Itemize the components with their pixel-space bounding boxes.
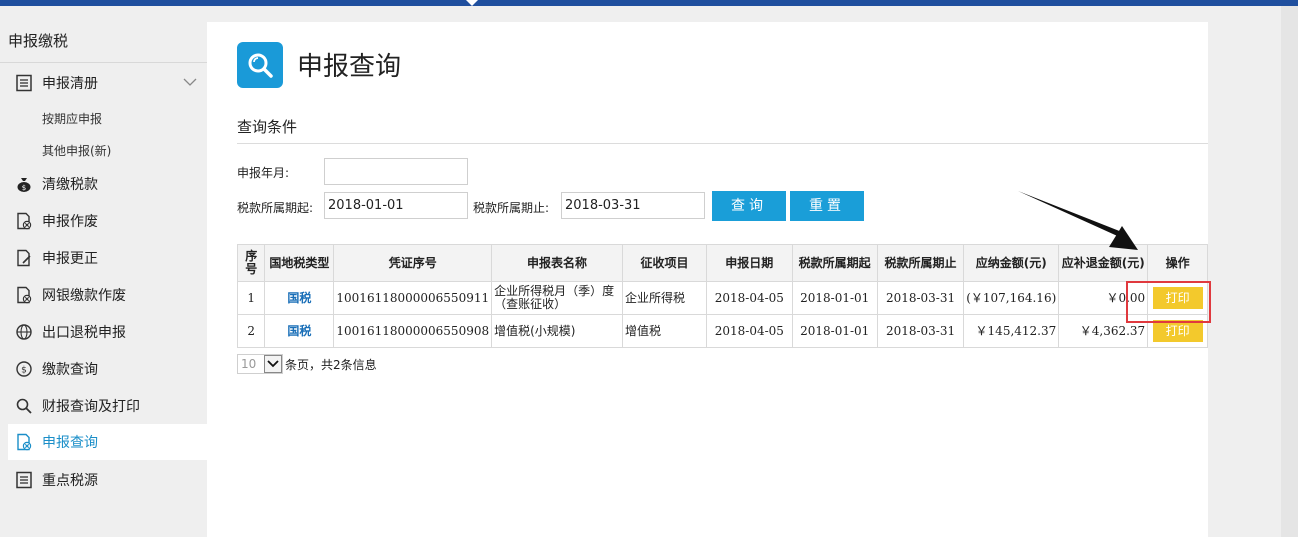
year-month-input[interactable] xyxy=(324,158,468,185)
year-month-label: 申报年月: xyxy=(237,166,290,180)
chevron-down-icon[interactable] xyxy=(183,76,197,91)
sidebar-item-void-bank-payment[interactable]: 网银缴款作废 xyxy=(8,278,207,312)
dollar-circle-icon: $ xyxy=(14,359,34,379)
column-header: 国地税类型 xyxy=(264,244,335,282)
column-header: 税款所属期起 xyxy=(791,244,878,282)
cell-due: (￥107,164.16) xyxy=(963,281,1060,315)
list-doc-icon xyxy=(14,73,34,93)
print-button[interactable]: 打印 xyxy=(1152,320,1203,342)
cell-form-name: 企业所得税月（季）度（查账征收） xyxy=(491,281,623,315)
cell-date: 2018-04-05 xyxy=(706,281,793,315)
svg-text:$: $ xyxy=(21,366,27,376)
cell-start: 2018-01-01 xyxy=(791,314,878,348)
sidebar-item-correct-declaration[interactable]: 申报更正 xyxy=(8,241,207,275)
sidebar-item-label: 申报清册 xyxy=(42,76,98,92)
column-header: 凭证序号 xyxy=(333,244,493,282)
column-header: 征收项目 xyxy=(621,244,708,282)
pager-summary: 条页，共2条信息 xyxy=(285,357,377,372)
tax-type-text: 国税 xyxy=(287,323,312,338)
cell-item: 增值税 xyxy=(621,314,708,348)
table-row: 2 国税 10016118000006550908 增值税(小规模) 增值税 2… xyxy=(236,314,1208,348)
sidebar-item-key-tax-source[interactable]: 重点税源 xyxy=(8,463,207,497)
svg-text:$: $ xyxy=(22,184,26,192)
cell-item: 企业所得税 xyxy=(621,281,708,315)
sidebar-item-payment-query[interactable]: $ 缴款查询 xyxy=(8,352,207,386)
cell-seq: 1 xyxy=(236,281,266,315)
sidebar-item-financial-report[interactable]: 财报查询及打印 xyxy=(8,389,207,423)
sidebar-item-label: 申报查询 xyxy=(42,435,98,451)
period-start-input[interactable] xyxy=(324,192,468,219)
sidebar-item-label: 财报查询及打印 xyxy=(42,399,140,415)
period-end-input[interactable] xyxy=(561,192,705,219)
table-header-row: 序号 国地税类型 凭证序号 申报表名称 征收项目 申报日期 税款所属期起 税款所… xyxy=(236,244,1208,282)
doc-cancel-icon xyxy=(14,211,34,231)
cell-voucher: 10016118000006550911 xyxy=(333,281,493,315)
cell-date: 2018-04-05 xyxy=(706,314,793,348)
divider xyxy=(237,143,1208,144)
sidebar-item-label: 重点税源 xyxy=(42,473,98,489)
sidebar-subitem-other[interactable]: 其他申报(新) xyxy=(42,142,111,159)
topbar-notch xyxy=(466,0,478,6)
cell-due: ￥145,412.37 xyxy=(963,314,1060,348)
column-header: 申报日期 xyxy=(706,244,793,282)
sidebar-item-label: 缴款查询 xyxy=(42,362,98,378)
doc-cancel-icon xyxy=(14,285,34,305)
cell-form-name: 增值税(小规模) xyxy=(491,314,623,348)
sidebar-item-label: 申报更正 xyxy=(42,251,98,267)
main-panel: 申报查询 查询条件 申报年月: 税款所属期起: 税款所属期止: 查询 重置 序号… xyxy=(207,22,1208,537)
sidebar-item-clear-tax[interactable]: $ 清缴税款 xyxy=(8,167,207,201)
cell-voucher: 10016118000006550908 xyxy=(333,314,493,348)
divider xyxy=(0,62,207,63)
sidebar: 申报缴税 申报清册 按期应申报 其他申报(新) $ 清缴税款 申报作废 申报更正… xyxy=(0,6,207,537)
column-header: 申报表名称 xyxy=(491,244,623,282)
table-row: 1 国税 10016118000006550911 企业所得税月（季）度（查账征… xyxy=(236,281,1208,315)
highlight-box xyxy=(1126,281,1211,323)
chevron-down-icon[interactable] xyxy=(264,355,282,373)
doc-search-icon xyxy=(14,432,34,452)
scrollbar[interactable] xyxy=(1281,6,1298,537)
tax-type-text: 国税 xyxy=(287,290,312,305)
column-header: 税款所属期止 xyxy=(876,244,965,282)
page-title: 申报查询 xyxy=(297,52,402,82)
column-header: 应纳金额(元) xyxy=(963,244,1060,282)
sidebar-title: 申报缴税 xyxy=(8,32,69,50)
section-title: 查询条件 xyxy=(237,118,298,136)
list-doc-icon xyxy=(14,470,34,490)
page-size-value: 10 xyxy=(241,357,257,371)
doc-edit-icon xyxy=(14,248,34,268)
column-header: 应补退金额(元) xyxy=(1058,244,1149,282)
money-bag-icon: $ xyxy=(14,174,34,194)
sidebar-item-label: 网银缴款作废 xyxy=(42,288,126,304)
sidebar-item-label: 申报作废 xyxy=(42,214,98,230)
cell-tax-type: 国税 xyxy=(264,281,335,315)
results-table: 序号 国地税类型 凭证序号 申报表名称 征收项目 申报日期 税款所属期起 税款所… xyxy=(236,244,1208,348)
sidebar-item-label: 出口退税申报 xyxy=(42,325,126,341)
globe-icon xyxy=(14,322,34,342)
sidebar-subitem-periodic[interactable]: 按期应申报 xyxy=(42,110,102,127)
period-end-label: 税款所属期止: xyxy=(473,201,550,215)
cell-start: 2018-01-01 xyxy=(791,281,878,315)
cell-seq: 2 xyxy=(236,314,266,348)
period-start-label: 税款所属期起: xyxy=(237,201,314,215)
sidebar-item-label: 清缴税款 xyxy=(42,177,98,193)
page-size-select[interactable]: 10 xyxy=(237,354,283,374)
cell-end: 2018-03-31 xyxy=(876,314,965,348)
pager: 10 条页，共2条信息 xyxy=(237,354,377,374)
sidebar-item-export-refund[interactable]: 出口退税申报 xyxy=(8,315,207,349)
reset-button[interactable]: 重置 xyxy=(790,191,864,221)
query-button[interactable]: 查询 xyxy=(712,191,786,221)
sidebar-item-declaration-list[interactable]: 申报清册 xyxy=(8,66,207,100)
column-header: 序号 xyxy=(236,244,266,282)
cell-end: 2018-03-31 xyxy=(876,281,965,315)
cell-tax-type: 国税 xyxy=(264,314,335,348)
sidebar-item-declaration-query[interactable]: 申报查询 xyxy=(8,424,207,460)
magnifier-icon xyxy=(237,42,283,88)
column-header: 操作 xyxy=(1147,244,1208,282)
sidebar-item-void-declaration[interactable]: 申报作废 xyxy=(8,204,207,238)
search-icon xyxy=(14,396,34,416)
